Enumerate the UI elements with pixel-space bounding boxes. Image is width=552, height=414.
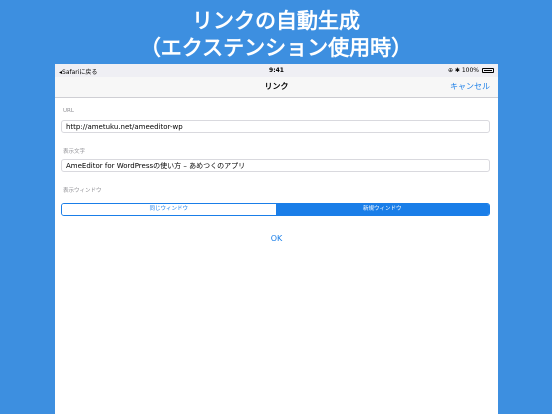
status-time: 9:41 [269,67,284,74]
window-label: 表示ウィンドウ [63,188,102,194]
status-bar: ◂Safariに戻る 9:41 ⊕ ✱ 100% [55,64,498,77]
url-label: URL [63,108,74,114]
status-icons-text: ⊕ ✱ 100% [447,67,479,74]
link-form: URL http://ametuku.net/ameeditor-wp 表示文字… [55,98,498,414]
display-text-label: 表示文字 [63,149,86,155]
same-window-segment[interactable]: 同じウィンドウ [62,204,276,215]
cancel-button[interactable]: キャンセル [450,81,490,92]
window-segmented-control: 同じウィンドウ 新規ウィンドウ [61,203,490,216]
new-window-segment[interactable]: 新規ウィンドウ [275,204,489,215]
promo-title: リンクの自動生成 [192,9,360,33]
display-text-field[interactable]: AmeEditor for WordPressの使い方 – あめつくのアプリ [61,159,490,172]
promo-subtitle: （エクステンション使用時） [139,36,413,60]
nav-title: リンク [264,82,289,91]
battery-icon [482,68,494,73]
status-indicators: ⊕ ✱ 100% [448,67,494,74]
url-field[interactable]: http://ametuku.net/ameeditor-wp [61,120,490,133]
ok-button[interactable]: OK [55,234,498,243]
nav-bar: リンク キャンセル [55,77,498,98]
device-screen: ◂Safariに戻る 9:41 ⊕ ✱ 100% リンク キャンセル URL h… [55,64,498,414]
